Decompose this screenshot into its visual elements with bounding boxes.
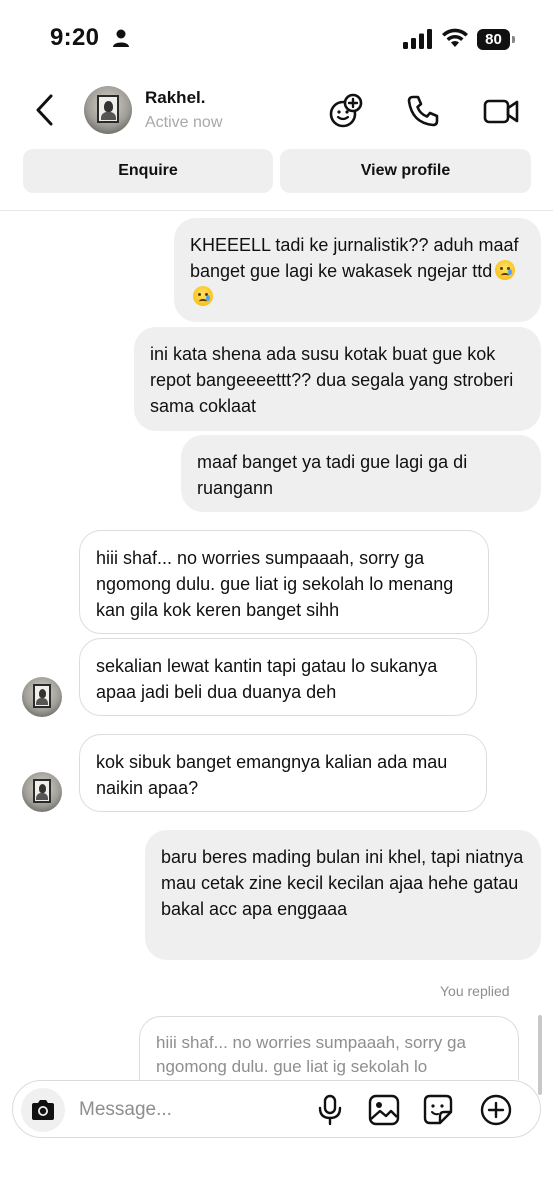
message-bubble-sent[interactable]: KHEEELL tadi ke jurnalistik?? aduh maaf … bbox=[174, 218, 541, 322]
microphone-icon[interactable] bbox=[313, 1093, 347, 1127]
crying-face-emoji-icon bbox=[495, 260, 516, 280]
message-text: hiii shaf... no worries sumpaaah, sorry … bbox=[96, 548, 454, 620]
battery-tip bbox=[512, 36, 515, 43]
message-text: KHEEELL tadi ke jurnalistik?? aduh maaf … bbox=[190, 235, 519, 281]
message-text: kok sibuk banget emangnya kalian ada mau… bbox=[96, 752, 448, 798]
cellular-signal-icon bbox=[403, 29, 432, 49]
avatar-photo-frame bbox=[97, 95, 119, 123]
sender-avatar[interactable] bbox=[22, 677, 62, 717]
crying-face-emoji-icon bbox=[193, 286, 213, 306]
camera-icon bbox=[32, 1100, 54, 1120]
battery-level: 80 bbox=[477, 29, 510, 50]
person-icon bbox=[113, 29, 129, 47]
wifi-icon bbox=[442, 28, 468, 47]
sticker-plus-icon[interactable] bbox=[327, 92, 365, 130]
chat-header: Rakhel. Active now bbox=[0, 80, 553, 144]
header-divider bbox=[0, 210, 553, 211]
phone-icon[interactable] bbox=[404, 92, 442, 130]
status-bar: 9:20 80 bbox=[0, 0, 553, 80]
message-text: ini kata shena ada susu kotak buat gue k… bbox=[150, 344, 514, 416]
contact-avatar[interactable] bbox=[84, 86, 132, 134]
back-arrow-icon[interactable] bbox=[30, 92, 60, 128]
sender-avatar[interactable] bbox=[22, 772, 62, 812]
gallery-image-icon[interactable] bbox=[367, 1093, 401, 1127]
message-bubble-sent[interactable]: maaf banget ya tadi gue lagi ga di ruang… bbox=[181, 435, 541, 512]
message-input[interactable] bbox=[79, 1095, 299, 1125]
enquire-button[interactable]: Enquire bbox=[23, 149, 273, 193]
sticker-icon[interactable] bbox=[421, 1093, 455, 1127]
contact-status: Active now bbox=[145, 114, 223, 131]
reply-preview-bubble[interactable]: hiii shaf... no worries sumpaaah, sorry … bbox=[139, 1016, 519, 1080]
message-bubble-received[interactable]: hiii shaf... no worries sumpaaah, sorry … bbox=[79, 530, 489, 634]
video-camera-icon[interactable] bbox=[482, 92, 520, 130]
view-profile-button[interactable]: View profile bbox=[280, 149, 531, 193]
add-circle-icon[interactable] bbox=[479, 1093, 513, 1127]
message-text: maaf banget ya tadi gue lagi ga di ruang… bbox=[197, 452, 468, 498]
camera-button[interactable] bbox=[21, 1088, 65, 1132]
scroll-indicator[interactable] bbox=[538, 1015, 542, 1095]
message-bubble-sent[interactable]: ini kata shena ada susu kotak buat gue k… bbox=[134, 327, 541, 431]
message-text: sekalian lewat kantin tapi gatau lo suka… bbox=[96, 656, 438, 702]
message-composer bbox=[12, 1080, 541, 1138]
message-bubble-sent[interactable]: baru beres mading bulan ini khel, tapi n… bbox=[145, 830, 541, 960]
status-time: 9:20 bbox=[50, 24, 100, 51]
message-bubble-received[interactable]: sekalian lewat kantin tapi gatau lo suka… bbox=[79, 638, 477, 716]
message-bubble-received[interactable]: kok sibuk banget emangnya kalian ada mau… bbox=[79, 734, 487, 812]
you-replied-label: You replied bbox=[440, 983, 510, 999]
battery-indicator: 80 bbox=[477, 29, 517, 50]
message-text: baru beres mading bulan ini khel, tapi n… bbox=[161, 847, 524, 919]
reply-preview-text: hiii shaf... no worries sumpaaah, sorry … bbox=[156, 1033, 466, 1076]
contact-name[interactable]: Rakhel. bbox=[145, 88, 205, 108]
